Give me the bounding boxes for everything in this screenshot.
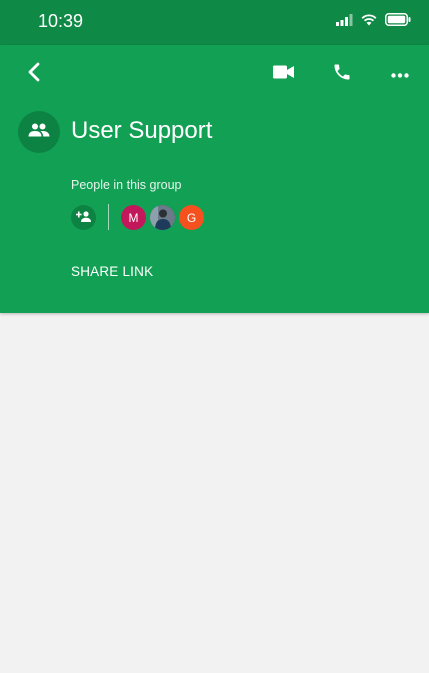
video-call-button[interactable] <box>266 56 302 92</box>
status-icons <box>336 13 411 31</box>
add-person-button[interactable] <box>71 205 96 230</box>
group-people-icon <box>28 123 50 142</box>
member-avatar-photo[interactable] <box>150 205 175 230</box>
share-link-button[interactable]: SHARE LINK <box>71 264 153 279</box>
back-arrow-icon <box>26 62 42 87</box>
signal-icon <box>336 13 353 31</box>
member-photo-icon <box>150 205 175 230</box>
people-label: People in this group <box>71 178 182 192</box>
members-divider <box>108 204 109 230</box>
member-initial: M <box>128 210 139 225</box>
phone-icon <box>332 62 352 87</box>
status-bar: 10:39 <box>0 0 429 45</box>
group-header: User Support People in this group M G SH… <box>0 45 429 313</box>
wifi-icon <box>361 13 377 31</box>
member-avatar-g[interactable]: G <box>179 205 204 230</box>
battery-icon <box>385 13 411 31</box>
back-button[interactable] <box>16 56 52 92</box>
video-call-icon <box>273 64 295 85</box>
more-options-button[interactable] <box>382 56 418 92</box>
more-horizontal-icon <box>391 65 409 83</box>
member-initial: G <box>186 210 197 225</box>
status-time: 10:39 <box>38 11 84 31</box>
call-button[interactable] <box>324 56 360 92</box>
person-add-icon <box>76 209 91 227</box>
member-avatar-m[interactable]: M <box>121 205 146 230</box>
group-title: User Support <box>71 117 213 144</box>
group-avatar <box>18 111 60 153</box>
